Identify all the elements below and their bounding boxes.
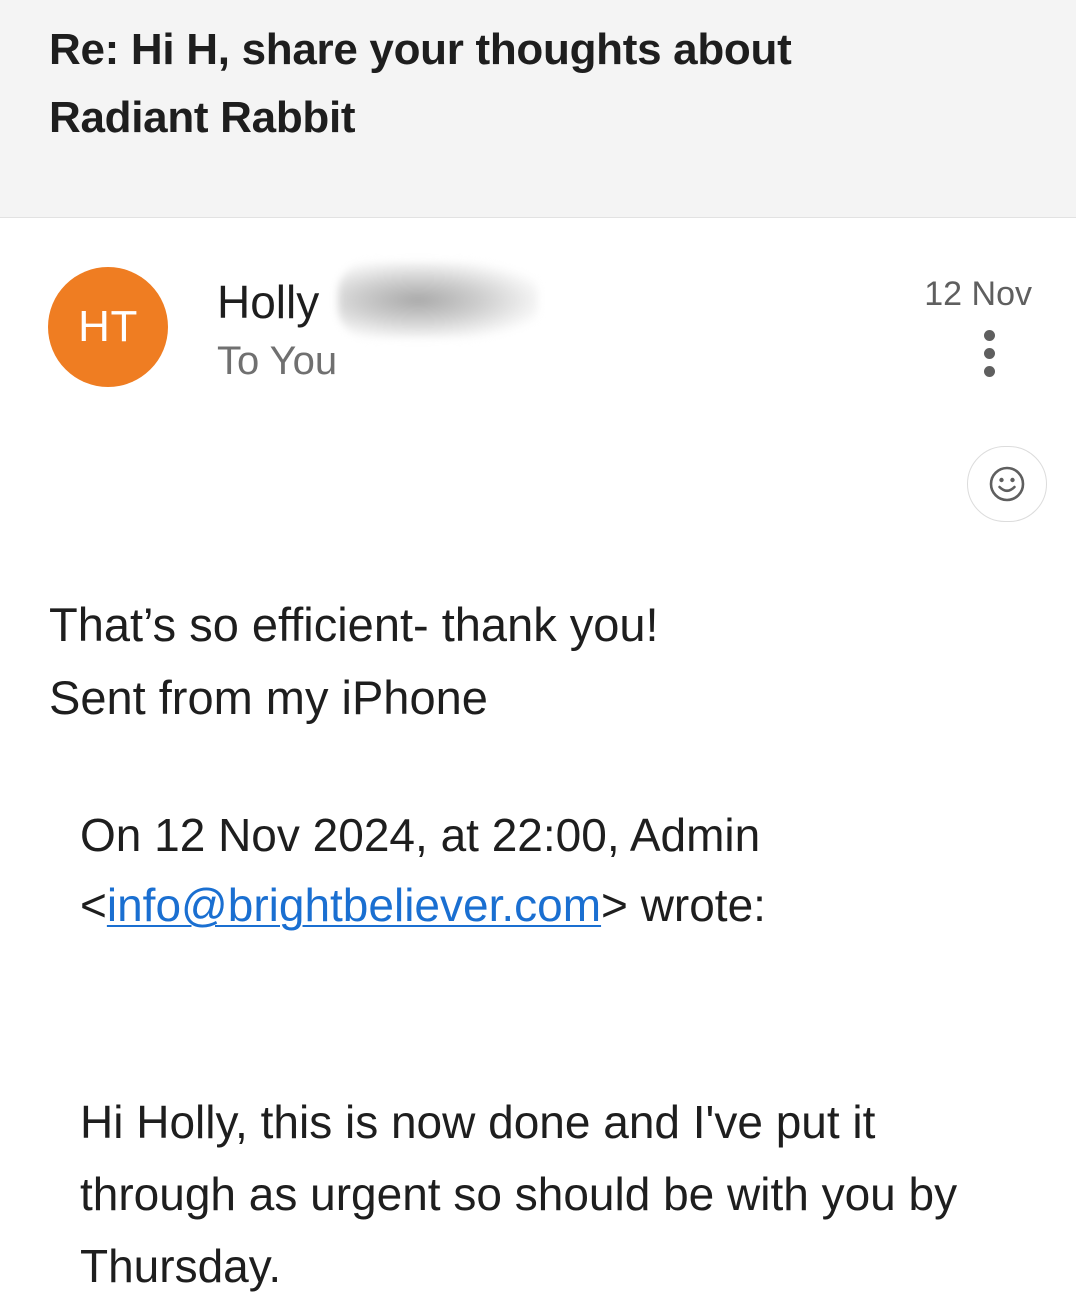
more-vertical-icon bbox=[978, 330, 1000, 377]
recipient-label[interactable]: To You bbox=[217, 336, 337, 386]
quote-header-line-1: On 12 Nov 2024, at 22:00, Admin bbox=[80, 809, 761, 861]
subject-line-1: Re: Hi H, share your thoughts about bbox=[49, 25, 792, 74]
quote-header: On 12 Nov 2024, at 22:00, Admin <info@br… bbox=[80, 800, 766, 940]
subject-bar: Re: Hi H, share your thoughts about Radi… bbox=[0, 0, 1076, 218]
quote-wrote-text: > wrote: bbox=[601, 879, 766, 931]
email-subject: Re: Hi H, share your thoughts about Radi… bbox=[49, 16, 869, 152]
subject-line-2: Radiant Rabbit bbox=[49, 93, 356, 142]
body-line-1: That’s so efficient- thank you! bbox=[49, 598, 659, 651]
sender-name[interactable]: Holly bbox=[217, 272, 319, 332]
body-signature: Sent from my iPhone bbox=[49, 671, 488, 724]
quote-header-line-2: <info@brightbeliever.com> wrote: bbox=[80, 870, 766, 940]
sender-avatar[interactable]: HT bbox=[48, 267, 168, 387]
open-bracket: < bbox=[80, 879, 107, 931]
redacted-surname bbox=[338, 262, 538, 338]
quoted-message-body: Hi Holly, this is now done and I've put … bbox=[80, 1096, 958, 1292]
email-body: That’s so efficient- thank you! Sent fro… bbox=[49, 588, 659, 734]
sender-email-link[interactable]: info@brightbeliever.com bbox=[107, 879, 601, 931]
add-reaction-button[interactable] bbox=[967, 446, 1047, 522]
email-date: 12 Nov bbox=[924, 275, 1032, 313]
avatar-initials: HT bbox=[78, 302, 138, 351]
more-options-button[interactable] bbox=[978, 330, 1000, 382]
smiley-icon bbox=[989, 466, 1025, 502]
